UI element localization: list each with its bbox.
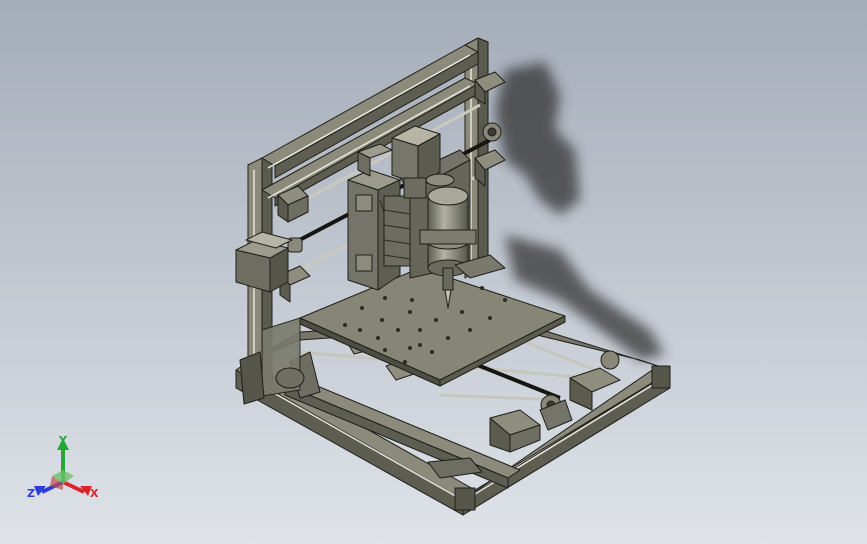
x-axis-label: X — [90, 487, 99, 500]
z-axis-coupling[interactable] — [383, 195, 411, 267]
cad-graphics-area[interactable]: Y X Z — [0, 0, 867, 544]
z-axis-label: Z — [27, 487, 35, 500]
model-viewport[interactable]: Y X Z — [0, 0, 867, 544]
y-axis-label: Y — [58, 434, 68, 447]
